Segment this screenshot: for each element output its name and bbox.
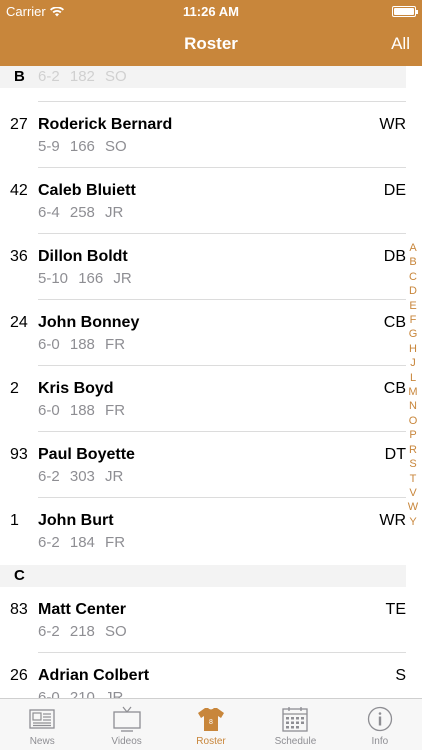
index-letter[interactable]: T xyxy=(410,472,417,486)
tab-bar: News Videos 8 Roster Schedule Info xyxy=(0,698,422,750)
index-letter[interactable]: N xyxy=(409,399,417,413)
player-position: DB xyxy=(383,248,406,265)
tab-roster[interactable]: 8 Roster xyxy=(169,699,253,750)
player-name: Matt Center xyxy=(38,601,127,618)
index-letter[interactable]: S xyxy=(409,457,416,471)
player-name: Dillon Boldt xyxy=(38,248,128,265)
player-row[interactable]: 2 Kris Boyd CB 6-0 188 FR xyxy=(0,366,406,432)
index-letter[interactable]: J xyxy=(410,356,416,370)
player-position: S xyxy=(395,667,406,684)
index-letter[interactable]: D xyxy=(409,284,417,298)
index-letter[interactable]: C xyxy=(409,270,417,284)
player-name: Paul Boyette xyxy=(38,446,135,463)
index-letter[interactable]: E xyxy=(409,299,416,313)
tab-schedule[interactable]: Schedule xyxy=(253,699,337,750)
tab-label: Videos xyxy=(111,736,142,747)
jersey-icon: 8 xyxy=(198,708,225,731)
player-number: 24 xyxy=(10,314,28,331)
player-stats: 6-0 210 JR xyxy=(38,689,124,698)
player-row[interactable]: 26 Adrian Colbert S 6-0 210 JR xyxy=(0,653,406,698)
player-stats: 6-0 188 FR xyxy=(38,336,126,353)
index-letter[interactable]: G xyxy=(409,327,418,341)
index-letter[interactable]: Y xyxy=(409,515,416,529)
index-letter[interactable]: M xyxy=(408,385,417,399)
player-name: Caleb Bluiett xyxy=(38,182,136,199)
player-row[interactable]: 42 Caleb Bluiett DE 6-4 258 JR xyxy=(0,168,406,234)
player-name: Adrian Colbert xyxy=(38,667,150,684)
player-row[interactable]: 36 Dillon Boldt DB 5-10 166 JR xyxy=(0,234,406,300)
player-stats: 6-4 258 JR xyxy=(38,204,124,221)
tab-label: Roster xyxy=(196,736,226,747)
index-letter[interactable]: L xyxy=(410,371,416,385)
player-name: Kris Boyd xyxy=(38,380,114,397)
player-name: Roderick Bernard xyxy=(38,116,173,133)
player-stats: 5-10 166 JR xyxy=(38,270,132,287)
section-header-c: C xyxy=(0,565,406,587)
index-letter[interactable]: A xyxy=(409,241,416,255)
player-row[interactable]: 83 Matt Center TE 6-2 218 SO xyxy=(0,587,406,653)
player-position: CB xyxy=(383,380,406,397)
tab-info[interactable]: Info xyxy=(338,699,422,750)
index-letter[interactable]: P xyxy=(409,428,416,442)
player-row[interactable]: 27 Roderick Bernard WR 5-9 166 SO xyxy=(0,102,406,168)
partial-row-meta: 6-2 182 SO xyxy=(38,68,127,85)
player-position: CB xyxy=(383,314,406,331)
index-letter[interactable]: W xyxy=(408,500,418,514)
player-number: 2 xyxy=(10,380,19,397)
section-index[interactable]: A B C D E F G H J L M N O P R S T V W Y xyxy=(406,241,420,529)
battery-icon xyxy=(392,6,418,17)
page-title: Roster xyxy=(184,34,238,53)
player-number: 27 xyxy=(10,116,28,133)
index-letter[interactable]: R xyxy=(409,443,417,457)
tab-videos[interactable]: Videos xyxy=(84,699,168,750)
roster-list[interactable]: B 6-2 182 SO 27 Roderick Bernard WR 5-9 … xyxy=(0,66,422,698)
player-position: DT xyxy=(384,446,406,463)
all-button[interactable]: All xyxy=(391,34,410,54)
index-letter[interactable]: V xyxy=(409,486,416,500)
index-letter[interactable]: F xyxy=(410,313,417,327)
player-number: 93 xyxy=(10,446,28,463)
player-stats: 6-0 188 FR xyxy=(38,402,126,419)
tab-label: Info xyxy=(371,736,389,747)
tab-news[interactable]: News xyxy=(0,699,84,750)
tab-label: News xyxy=(29,736,55,747)
player-number: 36 xyxy=(10,248,28,265)
player-position: TE xyxy=(385,601,406,618)
tv-icon xyxy=(112,706,141,732)
player-stats: 6-2 303 JR xyxy=(38,468,124,485)
player-number: 83 xyxy=(10,601,28,618)
player-number: 26 xyxy=(10,667,28,684)
player-stats: 6-2 184 FR xyxy=(38,534,126,551)
newspaper-icon xyxy=(29,709,55,729)
player-name: John Burt xyxy=(38,512,114,529)
status-bar: Carrier 11:26 AM xyxy=(0,0,422,22)
player-position: WR xyxy=(379,116,406,133)
player-number: 42 xyxy=(10,182,28,199)
info-icon xyxy=(367,706,392,732)
index-letter[interactable]: H xyxy=(409,342,417,356)
player-stats: 6-2 218 SO xyxy=(38,623,127,640)
calendar-icon xyxy=(282,707,309,732)
nav-bar: Carrier 11:26 AM Roster All xyxy=(0,0,422,66)
player-number: 1 xyxy=(10,512,19,529)
index-letter[interactable]: O xyxy=(409,414,418,428)
jersey-number: 8 xyxy=(209,719,213,726)
player-name: John Bonney xyxy=(38,314,140,331)
player-position: WR xyxy=(379,512,406,529)
player-row[interactable]: 93 Paul Boyette DT 6-2 303 JR xyxy=(0,432,406,498)
status-time: 11:26 AM xyxy=(183,4,239,19)
player-row[interactable]: 1 John Burt WR 6-2 184 FR xyxy=(0,498,406,564)
player-position: DE xyxy=(383,182,406,199)
tab-label: Schedule xyxy=(274,736,317,747)
player-stats: 5-9 166 SO xyxy=(38,138,127,155)
player-row[interactable]: 24 John Bonney CB 6-0 188 FR xyxy=(0,300,406,366)
index-letter[interactable]: B xyxy=(409,255,416,269)
